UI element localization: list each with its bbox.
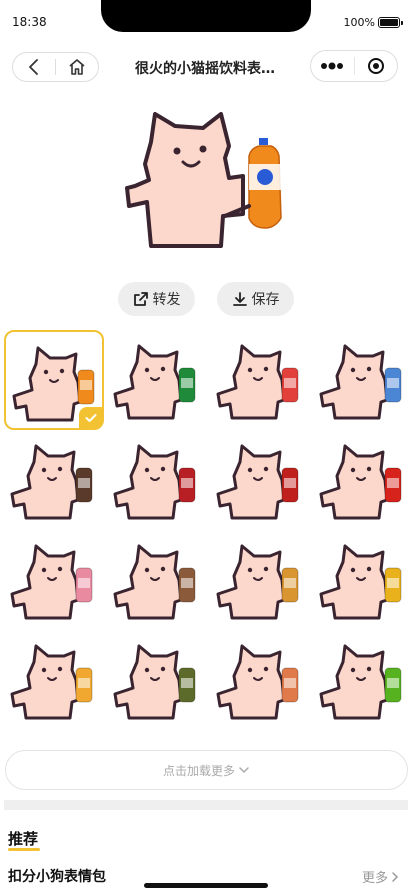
cat-sticker-illustration xyxy=(216,344,299,420)
cat-sticker-illustration xyxy=(319,544,402,620)
sticker-cell-cat-snack-stick[interactable] xyxy=(107,630,207,730)
cat-hero-illustration xyxy=(125,112,282,248)
share-icon xyxy=(133,292,148,306)
back-button[interactable] xyxy=(13,53,55,81)
sticker-cell-cat-yellow-cup[interactable] xyxy=(313,530,410,630)
sticker-cell-cat-watermelon[interactable] xyxy=(210,330,310,430)
sticker-cell-cat-kfc-bucket[interactable] xyxy=(313,430,410,530)
action-bar: 转发 保存 xyxy=(0,282,410,316)
cat-sticker-illustration xyxy=(113,344,196,420)
chevron-left-icon xyxy=(29,59,38,75)
sticker-cell-cat-mango-drink[interactable] xyxy=(4,630,104,730)
cat-sticker-illustration xyxy=(113,644,196,720)
sticker-cell-cat-starbucks-cup[interactable] xyxy=(4,430,104,530)
recommend-section-title: 推荐 xyxy=(8,830,39,848)
cat-sticker-illustration xyxy=(10,544,93,620)
home-indicator xyxy=(144,883,268,888)
sticker-cell-cat-pink-tea[interactable] xyxy=(4,530,104,630)
sticker-cell-cat-noodle-cup[interactable] xyxy=(210,630,310,730)
nav-capsule-left xyxy=(12,52,99,82)
chevron-down-icon xyxy=(239,767,249,774)
sticker-cell-cat-milk-carton[interactable] xyxy=(313,330,410,430)
section-divider xyxy=(4,800,408,810)
target-close-icon xyxy=(367,58,384,74)
more-dots-icon xyxy=(321,62,344,70)
phone-screen: 18:38 100% 很火的小猫摇饮料表… 转发 保存 点击加载更多 推荐 扣分… xyxy=(0,0,410,894)
cat-sticker-illustration xyxy=(319,444,402,520)
status-time: 18:38 xyxy=(12,15,47,29)
sticker-cell-cat-fried-chicken[interactable] xyxy=(210,530,310,630)
cat-sticker-illustration xyxy=(113,444,196,520)
cat-sticker-illustration xyxy=(319,344,402,420)
save-label: 保存 xyxy=(251,292,280,308)
forward-button[interactable]: 转发 xyxy=(118,282,195,316)
chevron-right-icon xyxy=(392,871,399,882)
sticker-cell-cat-red-can[interactable] xyxy=(210,430,310,530)
more-link[interactable]: 更多 xyxy=(362,867,400,886)
cat-sticker-illustration xyxy=(216,644,299,720)
cat-sticker-illustration xyxy=(10,444,93,520)
cat-sticker-illustration xyxy=(216,444,299,520)
notch xyxy=(101,0,311,32)
more-menu-button[interactable] xyxy=(311,51,354,81)
status-bar: 18:38 100% xyxy=(0,0,410,44)
cat-sticker-illustration xyxy=(113,544,196,620)
sticker-cell-cat-green-bottle[interactable] xyxy=(107,330,207,430)
page-title: 很火的小猫摇饮料表… xyxy=(135,61,275,77)
home-button[interactable] xyxy=(56,53,98,81)
more-label: 更多 xyxy=(361,871,388,886)
hero-sticker-preview xyxy=(125,106,285,251)
battery-percent: 100% xyxy=(343,16,375,29)
nav-capsule-right xyxy=(310,50,398,82)
sticker-cell-cat-sprite-bottle[interactable] xyxy=(313,630,410,730)
forward-label: 转发 xyxy=(152,292,181,308)
load-more-label: 点击加载更多 xyxy=(162,763,235,778)
recommended-pack-title[interactable]: 扣分小狗表情包 xyxy=(8,866,106,886)
save-button[interactable]: 保存 xyxy=(217,282,294,316)
home-icon xyxy=(69,59,85,75)
sticker-cell-cat-baijiu-bottle[interactable] xyxy=(107,430,207,530)
close-miniprogram-button[interactable] xyxy=(355,51,398,81)
nav-bar: 很火的小猫摇饮料表… xyxy=(0,48,410,86)
cat-sticker-illustration xyxy=(216,544,299,620)
cat-sticker-illustration xyxy=(319,644,402,720)
cat-sticker-illustration xyxy=(10,644,93,720)
recommend-underline xyxy=(8,848,40,851)
load-more-button[interactable]: 点击加载更多 xyxy=(5,750,408,790)
selected-check-icon xyxy=(79,407,103,429)
battery-icon xyxy=(378,17,403,28)
sticker-cell-cat-orange-soda[interactable] xyxy=(4,330,104,430)
sticker-cell-cat-bubble-tea[interactable] xyxy=(107,530,207,630)
download-icon xyxy=(232,292,247,306)
